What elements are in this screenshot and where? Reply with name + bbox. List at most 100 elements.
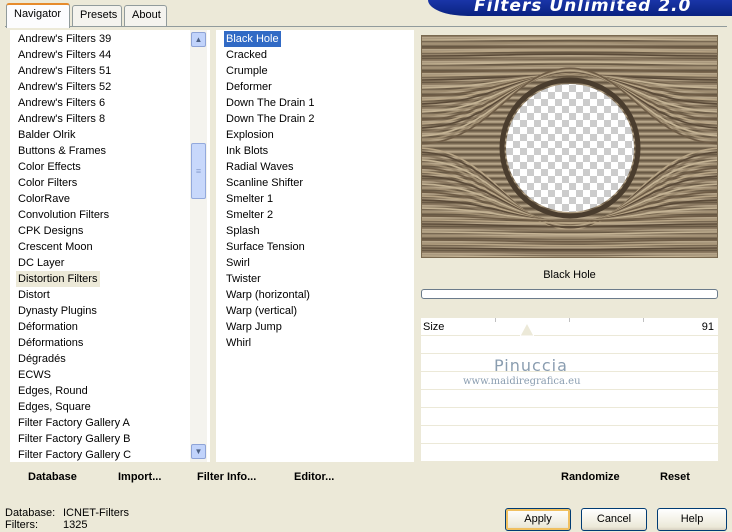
app-banner: Filters Unlimited 2.0 xyxy=(428,0,732,16)
category-item[interactable]: Filter Factory Gallery A xyxy=(16,415,133,431)
category-item[interactable]: Andrew's Filters 52 xyxy=(16,79,114,95)
tab-divider xyxy=(5,26,727,27)
filter-item[interactable]: Down The Drain 2 xyxy=(224,111,316,127)
warp-stripe xyxy=(422,60,717,65)
filter-info-button[interactable]: Filter Info... xyxy=(197,471,256,483)
watermark-url: www.maidiregrafica.eu xyxy=(463,376,581,387)
filter-item[interactable]: Explosion xyxy=(224,127,276,143)
scroll-down-button[interactable]: ▼ xyxy=(191,444,206,459)
filter-item[interactable]: Splash xyxy=(224,223,262,239)
filter-item[interactable]: Smelter 2 xyxy=(224,207,275,223)
status-filters: Filters: 1325 xyxy=(5,519,87,531)
warp-stripe xyxy=(422,235,717,239)
preview-image xyxy=(421,35,718,258)
slider-thumb[interactable] xyxy=(520,323,534,336)
database-button[interactable]: Database xyxy=(28,471,77,483)
filter-item[interactable]: Ink Blots xyxy=(224,143,270,159)
category-list[interactable]: Andrew's Filters 39 Andrew's Filters 44 An… xyxy=(10,30,210,462)
tab-presets[interactable]: Presets xyxy=(72,5,122,26)
filter-item[interactable]: Black Hole xyxy=(224,31,281,47)
filter-item[interactable]: Cracked xyxy=(224,47,269,63)
warp-stripe xyxy=(422,251,717,255)
category-item[interactable]: Buttons & Frames xyxy=(16,143,109,159)
size-slider[interactable]: Size 91 xyxy=(421,318,718,336)
category-scrollbar[interactable]: ▲ ≡ ▼ xyxy=(190,30,207,462)
empty-param-row xyxy=(421,390,718,408)
empty-param-row xyxy=(421,444,718,462)
warp-stripe xyxy=(422,239,717,243)
cancel-button[interactable]: Cancel xyxy=(581,508,647,531)
category-item[interactable]: Filter Factory Gallery B xyxy=(16,431,133,447)
warp-stripe xyxy=(422,37,717,41)
warp-stripe xyxy=(422,45,717,49)
warp-stripe xyxy=(422,41,717,45)
warp-stripe xyxy=(422,53,717,57)
filter-item[interactable]: Whirl xyxy=(224,335,253,351)
parameter-panel: Size 91 xyxy=(421,318,718,462)
category-item[interactable]: Dégradés xyxy=(16,351,69,367)
tab-about[interactable]: About xyxy=(124,5,167,26)
category-item[interactable]: Andrew's Filters 39 xyxy=(16,31,114,47)
category-item[interactable]: Andrew's Filters 51 xyxy=(16,63,114,79)
filter-item[interactable]: Crumple xyxy=(224,63,270,79)
filter-item[interactable]: Twister xyxy=(224,271,263,287)
randomize-button[interactable]: Randomize xyxy=(561,471,620,483)
status-database-label: Database: xyxy=(5,507,56,519)
scroll-up-button[interactable]: ▲ xyxy=(191,32,206,47)
slider-tick xyxy=(643,318,644,322)
category-item[interactable]: Edges, Round xyxy=(16,383,91,399)
size-value: 91 xyxy=(701,321,714,333)
category-item[interactable]: Convolution Filters xyxy=(16,207,112,223)
category-item[interactable]: Dynasty Plugins xyxy=(16,303,100,319)
category-item[interactable]: Color Filters xyxy=(16,175,80,191)
warp-stripe xyxy=(422,255,717,257)
category-item[interactable]: ColorRave xyxy=(16,191,73,207)
filter-item[interactable]: Warp (horizontal) xyxy=(224,287,312,303)
category-item[interactable]: Distortion Filters xyxy=(16,271,101,287)
filter-item[interactable]: Radial Waves xyxy=(224,159,295,175)
param-toolbar: Randomize Reset xyxy=(421,463,718,490)
category-item[interactable]: Crescent Moon xyxy=(16,239,96,255)
category-item[interactable]: Andrew's Filters 8 xyxy=(16,111,108,127)
filter-item[interactable]: Scanline Shifter xyxy=(224,175,305,191)
tab-navigator[interactable]: Navigator xyxy=(6,3,70,28)
slider-tick xyxy=(495,318,496,322)
watermark-name: Pinuccia xyxy=(494,356,568,375)
help-button[interactable]: Help xyxy=(657,508,727,531)
category-item[interactable]: Distort xyxy=(16,287,53,303)
category-item[interactable]: CPK Designs xyxy=(16,223,86,239)
warp-stripe xyxy=(422,49,717,53)
apply-button[interactable]: Apply xyxy=(505,508,571,531)
import-button[interactable]: Import... xyxy=(118,471,161,483)
empty-param-row xyxy=(421,336,718,354)
filter-item[interactable]: Down The Drain 1 xyxy=(224,95,316,111)
filter-item[interactable]: Swirl xyxy=(224,255,252,271)
filter-item[interactable]: Surface Tension xyxy=(224,239,307,255)
status-filters-label: Filters: xyxy=(5,519,38,531)
category-item[interactable]: Déformation xyxy=(16,319,81,335)
category-item[interactable]: DC Layer xyxy=(16,255,67,271)
warp-stripe xyxy=(422,243,717,247)
category-item[interactable]: ECWS xyxy=(16,367,54,383)
scroll-thumb[interactable]: ≡ xyxy=(191,143,206,199)
reset-button[interactable]: Reset xyxy=(660,471,690,483)
category-item[interactable]: Color Effects xyxy=(16,159,84,175)
status-database-value: ICNET-Filters xyxy=(63,507,129,519)
warp-stripe xyxy=(422,247,717,251)
status-filters-value: 1325 xyxy=(63,519,88,531)
filter-item[interactable]: Warp Jump xyxy=(224,319,284,335)
filter-item[interactable]: Warp (vertical) xyxy=(224,303,299,319)
filter-list[interactable]: Black Hole Cracked Crumple Deformer Down The… xyxy=(216,30,414,462)
category-item[interactable]: Filter Factory Gallery C xyxy=(16,447,134,462)
category-item[interactable]: Andrew's Filters 44 xyxy=(16,47,114,63)
category-item[interactable]: Edges, Square xyxy=(16,399,94,415)
black-hole-preview xyxy=(422,36,717,257)
warp-stripe xyxy=(422,231,717,236)
category-item[interactable]: Balder Olrik xyxy=(16,127,78,143)
editor-button[interactable]: Editor... xyxy=(294,471,334,483)
category-item[interactable]: Déformations xyxy=(16,335,86,351)
filter-item[interactable]: Deformer xyxy=(224,79,274,95)
filter-item[interactable]: Smelter 1 xyxy=(224,191,275,207)
empty-param-row xyxy=(421,426,718,444)
category-item[interactable]: Andrew's Filters 6 xyxy=(16,95,108,111)
